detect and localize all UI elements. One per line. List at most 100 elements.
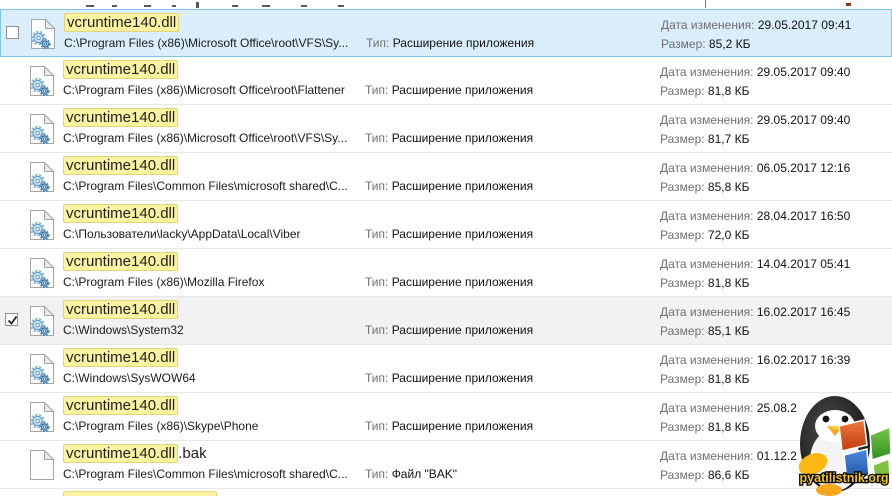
- file-path: C:\Пользователи\lacky\AppData\Local\Vibe…: [63, 227, 301, 241]
- clipped-text-remnant: [232, 5, 238, 7]
- file-row[interactable]: vcruntime140.dll C:\Windows\System32 Тип…: [0, 297, 892, 345]
- date-line: Дата изменения: 29.05.2017 09:40: [660, 63, 850, 82]
- date-line: Дата изменения: 06.05.2017 12:16: [660, 159, 850, 178]
- file-row[interactable]: vcruntime140.dll C:\Program Files (x86)\…: [0, 9, 892, 57]
- file-name: vcruntime140.dll: [63, 396, 178, 415]
- file-details-column: Дата изменения: 16.02.2017 16:39 Размер:…: [660, 351, 850, 389]
- windows-pane-green: [870, 427, 891, 460]
- file-main-column: vcruntime140.dll C:\Program Files (x86)\…: [63, 396, 258, 433]
- file-row[interactable]: vcruntime140.dll C:\Program Files (x86)\…: [0, 105, 892, 153]
- file-main-column: vcruntime140.dll C:\Program Files (x86)\…: [63, 60, 345, 97]
- type-label: Тип:: [366, 36, 389, 50]
- dll-file-icon: [30, 18, 56, 50]
- file-main-column: vcruntime140.dll C:\Program Files\Common…: [63, 156, 348, 193]
- file-name-line: vcruntime140.dll: [63, 396, 258, 415]
- file-row[interactable]: vcruntime140.dll C:\Program Files (x86)\…: [0, 57, 892, 105]
- clipped-text-remnant: [86, 5, 94, 7]
- size-label: Размер:: [660, 324, 705, 338]
- date-label: Дата изменения:: [660, 257, 754, 271]
- date-line: Дата изменения: 14.04.2017 05:41: [660, 255, 850, 274]
- file-type-column: Тип: Расширение приложения: [365, 275, 533, 289]
- date-line: Дата изменения: 16.02.2017 16:39: [660, 351, 850, 370]
- size-line: Размер: 81,8 КБ: [660, 274, 850, 293]
- size-value: 81,8 КБ: [708, 420, 750, 434]
- row-checkbox[interactable]: [6, 26, 19, 39]
- file-details-column: Дата изменения: 01.12.2 Размер: 86,6 КБ: [660, 447, 797, 485]
- watermark-logo: pyatilistnik.org: [797, 392, 892, 496]
- clipped-text-remnant: [705, 0, 706, 8]
- date-label: Дата изменения:: [661, 18, 755, 32]
- size-line: Размер: 81,8 КБ: [660, 370, 850, 389]
- dll-file-icon: [29, 257, 55, 289]
- size-line: Размер: 72,0 КБ: [660, 226, 850, 245]
- size-label: Размер:: [660, 228, 705, 242]
- size-line: Размер: 81,7 КБ: [660, 130, 850, 149]
- dll-file-icon: [29, 401, 55, 433]
- dll-file-icon: [29, 209, 55, 241]
- file-type-column: Тип: Расширение приложения: [365, 179, 533, 193]
- penguin-foot-bottom: [816, 484, 842, 496]
- type-value: Расширение приложения: [392, 179, 533, 193]
- clipped-text-remnant: [196, 2, 199, 8]
- type-value: Расширение приложения: [392, 419, 533, 433]
- file-path: C:\Program Files\Common Files\microsoft …: [63, 179, 348, 193]
- file-name-line: vcruntime140.dll: [63, 300, 184, 319]
- date-value: 28.04.2017 16:50: [757, 209, 850, 223]
- clipped-text-remnant: [262, 5, 270, 7]
- bak-file-icon: [29, 449, 55, 481]
- file-type-column: Тип: Расширение приложения: [365, 227, 533, 241]
- size-value: 81,8 КБ: [708, 276, 750, 290]
- file-main-column: vcruntime140.dll C:\Program Files (x86)\…: [63, 108, 347, 145]
- type-value: Расширение приложения: [392, 323, 533, 337]
- dll-file-icon: [29, 161, 55, 193]
- size-label: Размер:: [660, 468, 705, 482]
- dll-file-icon: [29, 305, 55, 337]
- file-name: vcruntime140.dll: [63, 108, 178, 127]
- type-value: Расширение приложения: [392, 131, 533, 145]
- file-name-line: vcruntime140.dll.bak: [63, 444, 348, 463]
- file-name: vcruntime140.dll: [63, 444, 178, 463]
- file-main-column: vcruntime140.dll C:\Program Files (x86)\…: [64, 13, 348, 50]
- row-checkbox[interactable]: [5, 313, 18, 326]
- type-label: Тип:: [365, 467, 388, 481]
- size-label: Размер:: [660, 420, 705, 434]
- dll-file-icon: [29, 113, 55, 145]
- date-value: 29.05.2017 09:41: [758, 18, 851, 32]
- file-row[interactable]: vcruntime140.dll C:\Program Files (x86)\…: [0, 249, 892, 297]
- size-value: 72,0 КБ: [708, 228, 750, 242]
- file-row[interactable]: vcruntime140.dll C:\Program Files (x86)\…: [0, 393, 892, 441]
- file-name-line: vcruntime140.dll: [64, 13, 348, 32]
- file-name-line: vcruntime140.dll: [63, 60, 345, 79]
- date-value: 16.02.2017 16:45: [757, 305, 850, 319]
- file-details-column: Дата изменения: 29.05.2017 09:41 Размер:…: [661, 16, 851, 54]
- file-details-column: Дата изменения: 14.04.2017 05:41 Размер:…: [660, 255, 850, 293]
- date-line: Дата изменения: 29.05.2017 09:40: [660, 111, 850, 130]
- date-label: Дата изменения:: [660, 305, 754, 319]
- type-label: Тип:: [365, 131, 388, 145]
- file-row[interactable]: vcruntime140.dll.bak C:\Program Files\Co…: [0, 441, 892, 489]
- file-row[interactable]: vcruntime140.dll C:\Program Files\Common…: [0, 153, 892, 201]
- clipped-filename-highlight: [63, 491, 217, 496]
- size-label: Размер:: [661, 37, 706, 51]
- windows-pane-red: [839, 420, 867, 451]
- file-main-column: vcruntime140.dll C:\Windows\SysWOW64: [63, 348, 196, 385]
- dll-file-icon: [29, 353, 55, 385]
- date-label: Дата изменения:: [660, 65, 754, 79]
- file-row[interactable]: vcruntime140.dll C:\Windows\SysWOW64 Тип…: [0, 345, 892, 393]
- type-value: Расширение приложения: [392, 275, 533, 289]
- file-main-column: vcruntime140.dll.bak C:\Program Files\Co…: [63, 444, 348, 481]
- file-path: C:\Program Files (x86)\Skype\Phone: [63, 419, 258, 433]
- size-label: Размер:: [660, 132, 705, 146]
- file-name-line: vcruntime140.dll: [63, 204, 301, 223]
- file-name-line: vcruntime140.dll: [63, 348, 196, 367]
- type-label: Тип:: [365, 371, 388, 385]
- type-value: Файл "BAK": [392, 467, 457, 481]
- date-value: 29.05.2017 09:40: [757, 65, 850, 79]
- date-label: Дата изменения:: [660, 209, 754, 223]
- file-path: C:\Program Files (x86)\Microsoft Office\…: [63, 83, 345, 97]
- date-value: 06.05.2017 12:16: [757, 161, 850, 175]
- file-name: vcruntime140.dll: [63, 156, 178, 175]
- size-value: 81,7 КБ: [708, 132, 750, 146]
- check-icon: [6, 314, 19, 327]
- file-row[interactable]: vcruntime140.dll C:\Пользователи\lacky\A…: [0, 201, 892, 249]
